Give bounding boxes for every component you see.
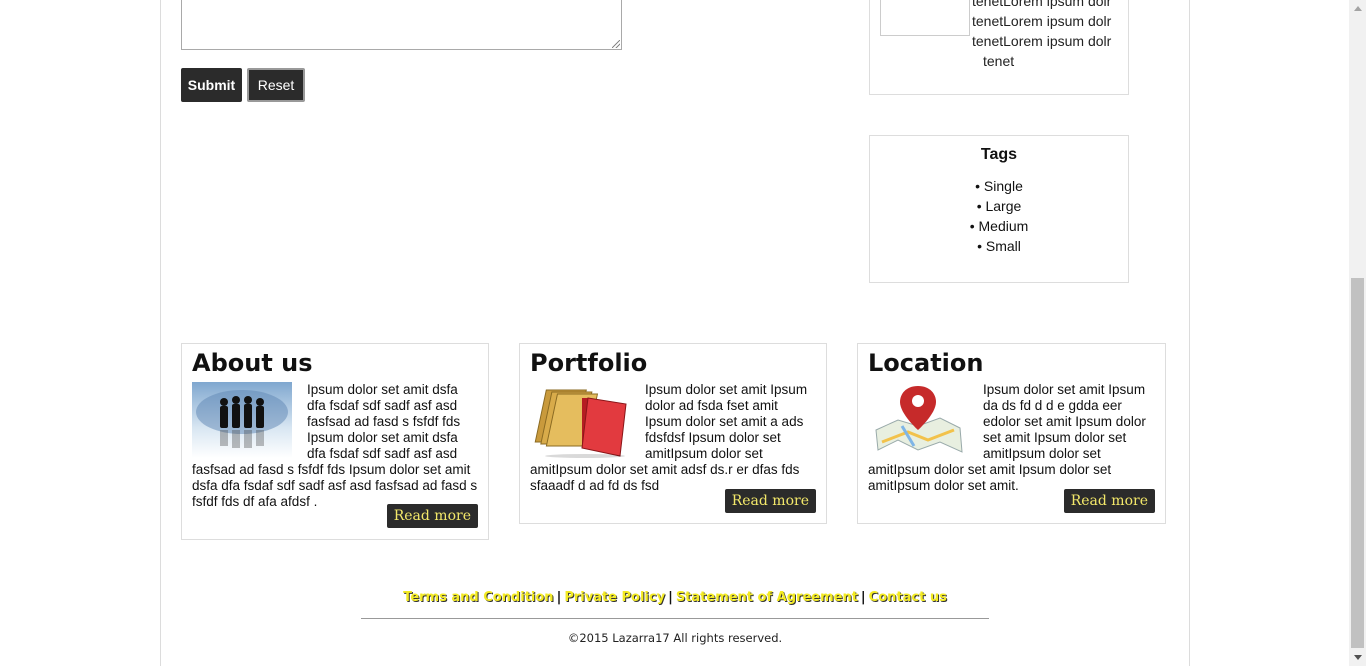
vertical-scrollbar[interactable] [1349,0,1366,666]
chevron-down-icon [1354,655,1362,660]
card-title: Location [868,349,984,377]
resize-grip-icon[interactable] [612,40,620,48]
scrollbar-thumb[interactable] [1351,278,1364,648]
scroll-up-button[interactable] [1349,0,1366,17]
copyright-text: ©2015 Lazarra17 All rights reserved. [567,631,783,645]
footer-separator: | [668,590,673,605]
tags-title: Tags [980,146,1018,163]
read-more-button[interactable]: Read more [386,504,478,528]
footer-link-contact[interactable]: Contact us [869,590,947,605]
recent-posts-box: tenetLorem ipsum dolr tenetLorem ipsum d… [869,0,1129,95]
tags-list: • Single • Large • Medium • Small [870,176,1128,256]
message-textarea[interactable] [181,0,622,50]
footer-separator: | [860,590,866,605]
recent-post-line: tenetLorem ipsum dolr [972,13,1112,29]
folders-image [530,382,630,458]
read-more-button[interactable]: Read more [1063,489,1155,513]
recent-post-line: tenet [983,53,1015,69]
page-container [160,0,1190,666]
map-pin-image [868,382,968,458]
footer-separator: | [556,590,562,605]
tag-item-medium[interactable]: • Medium [870,216,1128,236]
tags-box: Tags • Single • Large • Medium • Small [869,135,1129,283]
footer-link-privacy[interactable]: Private Policy [564,590,665,605]
submit-button[interactable]: Submit [181,68,242,102]
scroll-down-button[interactable] [1349,649,1366,666]
reset-button[interactable]: Reset [247,68,305,102]
about-us-card: About us Ipsum dolor set amit dsfa dfa f… [181,343,489,540]
tag-item-large[interactable]: • Large [870,196,1128,216]
footer-link-terms[interactable]: Terms and Condition [403,590,553,605]
post-thumbnail[interactable] [880,0,970,36]
portfolio-card: Portfolio Ipsum dolor set amit Ipsum dol… [519,343,827,524]
chevron-up-icon [1354,6,1362,11]
recent-post-line: tenetLorem ipsum dolr [972,33,1112,49]
read-more-button[interactable]: Read more [724,489,816,513]
footer-link-agreement[interactable]: Statement of Agreement [676,590,858,605]
footer-divider [361,618,989,619]
people-silhouettes-image [192,382,292,458]
card-title: About us [192,349,313,377]
tag-item-single[interactable]: • Single [870,176,1128,196]
footer-links: Terms and Condition | Private Policy | State… [361,590,989,605]
tag-item-small[interactable]: • Small [870,236,1128,256]
location-card: Location Ipsum dolor set amit Ipsum da d… [857,343,1166,524]
recent-post-line: tenetLorem ipsum dolr [972,0,1112,9]
card-title: Portfolio [530,349,648,377]
recent-post-text: tenetLorem ipsum dolr tenetLorem ipsum d… [972,0,1122,71]
